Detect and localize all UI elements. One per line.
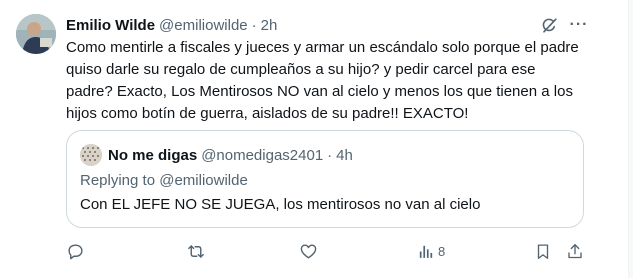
- separator-dot: ·: [251, 16, 257, 34]
- replying-to-label: Replying to: [80, 172, 160, 189]
- quoted-author-handle[interactable]: @nomedigas2401: [201, 147, 323, 164]
- like-button[interactable]: [299, 238, 318, 264]
- more-options-icon[interactable]: ···: [568, 14, 590, 36]
- tweet-header-actions: ···: [538, 14, 590, 36]
- reply-button[interactable]: [66, 238, 85, 264]
- tweet-text: Como mentirle a fiscales y jueces y arma…: [66, 39, 579, 122]
- like-icon: [299, 242, 318, 261]
- views-icon: [417, 243, 434, 260]
- scrollbar-track[interactable]: [628, 0, 633, 278]
- retweet-button[interactable]: [186, 238, 206, 264]
- quoted-author-name[interactable]: No me digas: [108, 147, 197, 164]
- views-button[interactable]: 8: [417, 238, 445, 264]
- replying-to-handle[interactable]: @emiliowilde: [159, 172, 248, 189]
- retweet-icon: [186, 242, 206, 261]
- tweet[interactable]: Emilio Wilde @emiliowilde · 2h ··· Como …: [0, 0, 633, 278]
- bookmark-button[interactable]: [534, 238, 552, 264]
- views-count: 8: [438, 243, 446, 259]
- share-button[interactable]: [566, 238, 584, 264]
- tweet-action-bar: 8: [62, 238, 592, 264]
- quoted-author-avatar[interactable]: [80, 144, 102, 166]
- reply-icon: [66, 242, 85, 261]
- quoted-tweet[interactable]: No me digas @nomedigas2401 · 4h Replying…: [66, 130, 584, 228]
- quoted-timestamp[interactable]: 4h: [336, 147, 353, 164]
- tweet-header: Emilio Wilde @emiliowilde · 2h: [66, 14, 277, 36]
- quoted-text: Con EL JEFE NO SE JUEGA, los mentirosos …: [80, 196, 481, 213]
- author-avatar[interactable]: [16, 14, 56, 54]
- tweet-timestamp[interactable]: 2h: [261, 17, 278, 34]
- quoted-header: No me digas @nomedigas2401 · 4h: [108, 144, 353, 166]
- author-handle[interactable]: @emiliowilde: [159, 17, 248, 34]
- grok-icon[interactable]: [538, 14, 560, 36]
- author-name[interactable]: Emilio Wilde: [66, 17, 155, 34]
- bookmark-icon: [534, 242, 552, 261]
- quoted-separator-dot: ·: [327, 146, 333, 164]
- share-icon: [566, 242, 584, 261]
- quoted-replying-to: Replying to @emiliowilde: [80, 171, 248, 191]
